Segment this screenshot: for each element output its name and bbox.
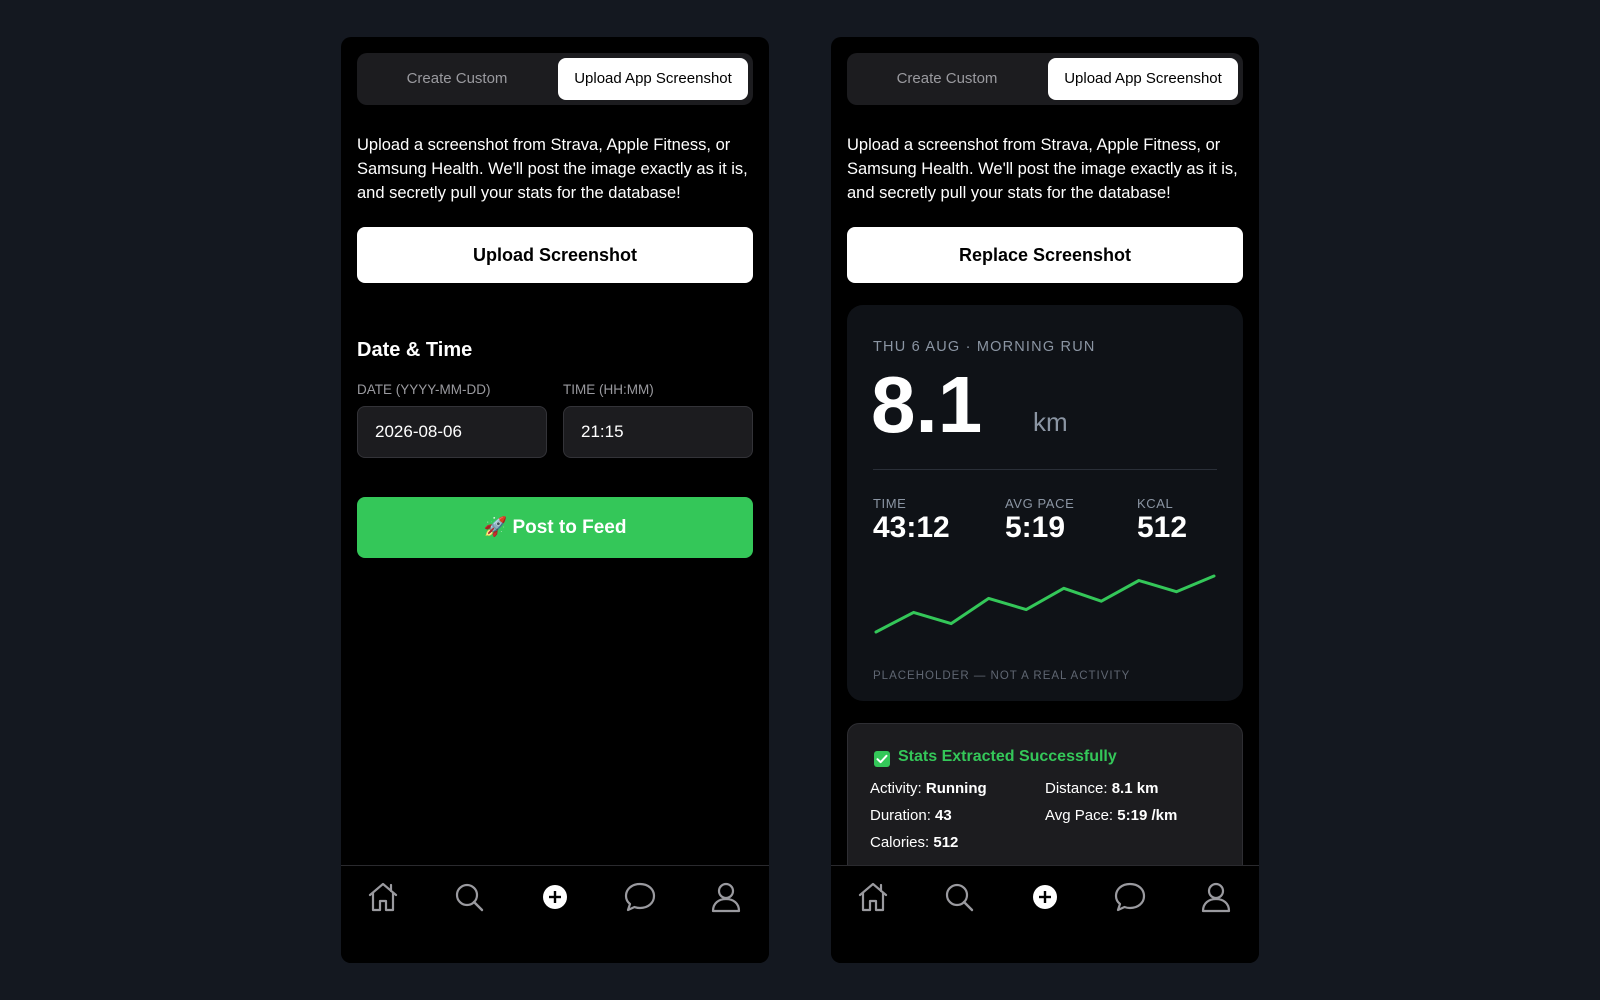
tab-upload-app-screenshot[interactable]: Upload App Screenshot (1048, 58, 1238, 100)
pace-label: Avg Pace: (1045, 807, 1114, 824)
pace-sparkline (874, 574, 1216, 634)
stat-value-time: 43:12 (873, 511, 950, 544)
sparkline-path (874, 574, 1216, 634)
checkmark-icon (874, 751, 890, 767)
search-icon[interactable] (942, 880, 976, 914)
calories-label: Calories: (870, 834, 930, 851)
activity-value: Running (925, 780, 987, 797)
left-phone-screen: Create Custom Upload App Screenshot Uplo… (341, 37, 769, 963)
home-icon[interactable] (856, 880, 890, 914)
extract-calories: Calories: 512 (870, 834, 958, 851)
tab-create-custom[interactable]: Create Custom (362, 58, 552, 100)
upload-screenshot-button[interactable]: Upload Screenshot (357, 227, 753, 283)
pace-value: 5:19 /km (1117, 807, 1178, 824)
extract-activity: Activity: Running (870, 780, 987, 797)
bottom-nav (831, 865, 1259, 963)
stat-value-pace: 5:19 (1005, 511, 1066, 544)
date-label: DATE (YYYY-MM-DD) (357, 382, 491, 397)
upload-description: Upload a screenshot from Strava, Apple F… (847, 136, 1238, 202)
upload-description: Upload a screenshot from Strava, Apple F… (357, 136, 748, 202)
post-to-feed-button[interactable]: 🚀 Post to Feed (357, 497, 753, 558)
duration-label: Duration: (870, 807, 931, 824)
date-field[interactable]: 2026-08-06 (357, 406, 547, 458)
add-post-icon[interactable] (1028, 880, 1062, 914)
add-post-icon[interactable] (538, 880, 572, 914)
extract-duration: Duration: 43 (870, 807, 952, 824)
mode-segmented-control: Create Custom Upload App Screenshot (847, 53, 1243, 105)
distance-unit: km (1033, 407, 1068, 437)
distance-extracted-value: 8.1 km (1111, 780, 1159, 797)
divider (873, 469, 1217, 470)
stat-label-pace: AVG PACE (1005, 496, 1075, 511)
distance-label: Distance: (1045, 780, 1108, 797)
right-phone-screen: Create Custom Upload App Screenshot Uplo… (831, 37, 1259, 963)
date-time-heading: Date & Time (357, 339, 473, 361)
chat-icon[interactable] (623, 880, 657, 914)
mode-segmented-control: Create Custom Upload App Screenshot (357, 53, 753, 105)
duration-value: 43 (935, 807, 952, 824)
distance-value: 8.1 (871, 360, 983, 449)
profile-icon[interactable] (1199, 880, 1233, 914)
search-icon[interactable] (452, 880, 486, 914)
time-label: TIME (HH:MM) (563, 382, 654, 397)
chat-icon[interactable] (1113, 880, 1147, 914)
stat-label-time: TIME (873, 496, 907, 511)
home-icon[interactable] (366, 880, 400, 914)
activity-label: Activity: (870, 780, 922, 797)
activity-header: THU 6 AUG · MORNING RUN (873, 339, 1096, 355)
extract-pace: Avg Pace: 5:19 /km (1045, 807, 1177, 824)
time-field[interactable]: 21:15 (563, 406, 753, 458)
extraction-title: Stats Extracted Successfully (898, 748, 1117, 765)
extract-distance: Distance: 8.1 km (1045, 780, 1158, 797)
tab-upload-app-screenshot[interactable]: Upload App Screenshot (558, 58, 748, 100)
replace-screenshot-button[interactable]: Replace Screenshot (847, 227, 1243, 283)
stat-label-kcal: KCAL (1137, 496, 1174, 511)
bottom-nav (341, 865, 769, 963)
profile-icon[interactable] (709, 880, 743, 914)
activity-screenshot-preview: THU 6 AUG · MORNING RUN 8.1 km TIME 43:1… (847, 305, 1243, 701)
calories-value: 512 (933, 834, 959, 851)
placeholder-note: PLACEHOLDER — NOT A REAL ACTIVITY (873, 670, 1131, 682)
stat-value-kcal: 512 (1137, 511, 1188, 544)
tab-create-custom[interactable]: Create Custom (852, 58, 1042, 100)
